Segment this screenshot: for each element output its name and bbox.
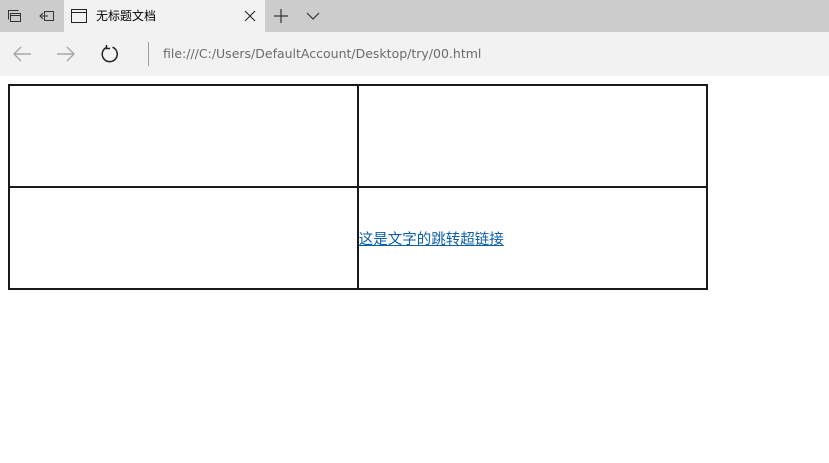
forward-button[interactable]	[44, 32, 88, 76]
tab-close-button[interactable]	[235, 0, 265, 32]
arrow-left-icon	[13, 46, 31, 62]
refresh-icon	[101, 45, 118, 63]
back-button[interactable]	[0, 32, 44, 76]
table-cell: 这是文字的跳转超链接	[356, 186, 709, 290]
tab-active[interactable]: 无标题文档	[64, 0, 265, 32]
close-icon	[244, 10, 256, 22]
content-table: 这是文字的跳转超链接	[8, 84, 709, 290]
page-content: 这是文字的跳转超链接	[0, 76, 829, 463]
table-cell	[356, 84, 709, 188]
plus-icon	[274, 9, 288, 23]
new-tab-button[interactable]	[266, 0, 296, 32]
table-cell	[8, 186, 359, 290]
tab-title: 无标题文档	[96, 9, 157, 23]
table-row: 这是文字的跳转超链接	[8, 186, 709, 290]
table-cell	[8, 84, 359, 188]
navigation-bar: file:///C:/Users/DefaultAccount/Desktop/…	[0, 32, 829, 76]
refresh-button[interactable]	[88, 32, 132, 76]
chevron-down-icon	[306, 12, 320, 20]
table-row	[8, 84, 709, 188]
title-bar: 无标题文档	[0, 0, 829, 32]
page-icon	[71, 9, 87, 23]
tabs-aside-button[interactable]	[32, 0, 62, 32]
address-bar[interactable]: file:///C:/Users/DefaultAccount/Desktop/…	[163, 32, 481, 76]
address-divider	[148, 42, 149, 66]
tab-manager-icon	[8, 10, 21, 22]
arrow-right-icon	[57, 46, 75, 62]
jump-link[interactable]: 这是文字的跳转超链接	[359, 232, 504, 248]
set-tabs-aside-icon	[39, 11, 54, 21]
tab-preview-button[interactable]	[298, 0, 328, 32]
tab-manager-button[interactable]	[0, 0, 30, 32]
